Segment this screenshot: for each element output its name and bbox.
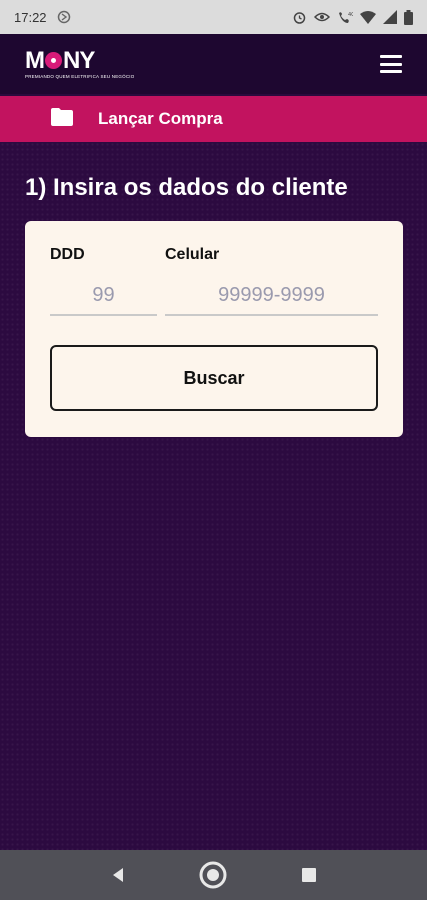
signal-icon	[383, 10, 397, 24]
main-content: 1) Insira os dados do cliente DDD Celula…	[0, 142, 427, 850]
logo-tagline: PREMIANDO QUEM ELETRIFICA SEU NEGÓCIO	[25, 73, 135, 79]
ddd-label: DDD	[50, 246, 85, 263]
celular-label: Celular	[165, 246, 220, 263]
svg-text:4G: 4G	[348, 12, 353, 18]
logo: M NY PREMIANDO QUEM ELETRIFICA SEU NEGÓCI…	[25, 46, 135, 79]
eye-icon	[314, 11, 330, 23]
recents-square-icon[interactable]	[289, 855, 329, 895]
status-bar: 17:22 4G	[0, 0, 427, 34]
customer-form-card: DDD Celular Buscar	[25, 221, 403, 437]
logo-dot-icon	[45, 52, 62, 69]
step-title: 1) Insira os dados do cliente	[25, 174, 348, 201]
system-nav-bar	[0, 850, 427, 900]
celular-input[interactable]	[165, 276, 378, 316]
wifi-call-icon: 4G	[337, 10, 353, 25]
app-header: M NY PREMIANDO QUEM ELETRIFICA SEU NEGÓCI…	[0, 34, 427, 94]
search-button[interactable]: Buscar	[50, 345, 378, 411]
wifi-icon	[360, 10, 376, 24]
logo-word: M NY	[25, 46, 95, 74]
folder-icon	[50, 107, 74, 132]
status-time: 17:22	[14, 9, 47, 25]
home-circle-icon[interactable]	[193, 855, 233, 895]
ddd-input[interactable]	[50, 276, 157, 316]
section-title: Lançar Compra	[98, 109, 223, 128]
back-triangle-icon[interactable]	[98, 855, 138, 895]
sync-icon	[57, 10, 71, 24]
hamburger-menu-icon[interactable]	[380, 52, 402, 76]
alarm-icon	[292, 10, 307, 25]
battery-icon	[404, 9, 413, 25]
section-bar: Lançar Compra	[0, 96, 427, 142]
